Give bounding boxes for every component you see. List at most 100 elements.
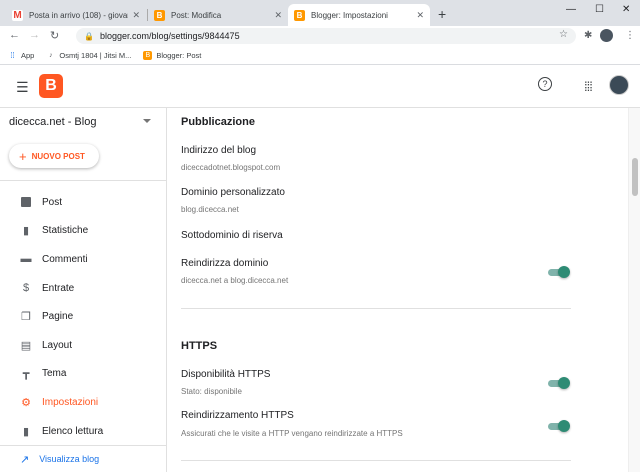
sidebar: dicecca.net - Blog + NUOVO POST Post ▮ S… (0, 108, 167, 472)
tab-gmail[interactable]: M Posta in arrivo (108) - giovanni.d ✕ (6, 4, 146, 26)
blog-name: dicecca.net - Blog (9, 116, 97, 128)
jitsi-icon: ♪ (49, 51, 53, 59)
sidebar-menu: Post ▮ Statistiche ▬ Commenti $ Entrate … (0, 188, 166, 445)
external-link-icon: ↗ (20, 453, 30, 466)
sidebar-item-label: Entrate (42, 282, 75, 294)
extensions-icon[interactable]: ✱ (584, 30, 592, 41)
redirect-domain-toggle[interactable] (548, 266, 570, 278)
bookmark-apps[interactable]: ⁞⁞ App (8, 51, 34, 60)
sidebar-item-label: Tema (42, 368, 67, 380)
app-header: ☰ B ? ⁞⁞⁞ (0, 66, 640, 108)
layout-icon: ▤ (20, 339, 32, 352)
fallback-subdomain-label[interactable]: Sottodominio di riserva (181, 230, 283, 241)
pages-icon: ❐ (21, 311, 31, 324)
bookmark-jitsi[interactable]: ♪ Osmtj 1804 | Jitsi M... (46, 51, 131, 60)
redirect-domain-desc: dicecca.net a blog.dicecca.net (181, 276, 289, 285)
custom-domain-value: blog.dicecca.net (181, 205, 239, 214)
address-bar: ← → ↻ 🔒 blogger.com/blog/settings/984447… (0, 26, 640, 46)
bookmark-label: Osmtj 1804 | Jitsi M... (59, 50, 132, 60)
reload-icon[interactable]: ↻ (50, 29, 59, 42)
plus-icon: + (19, 148, 27, 164)
url-field[interactable]: 🔒 blogger.com/blog/settings/9844475 ☆ (76, 28, 576, 44)
tab-title: Post: Modifica (171, 10, 222, 20)
forward-icon[interactable]: → (29, 29, 40, 41)
sidebar-item-impostazioni[interactable]: ⚙ Impostazioni (0, 388, 166, 417)
section-title-publishing: Pubblicazione (181, 116, 255, 128)
bookmark-blogger-post[interactable]: B Blogger: Post (143, 50, 202, 60)
bookmark-icon: ▮ (22, 425, 30, 438)
stats-icon: ▮ (22, 225, 30, 238)
sidebar-item-label: Layout (42, 339, 73, 351)
help-icon[interactable]: ? (538, 77, 552, 91)
blogger-icon: B (294, 9, 305, 21)
browser-tab-strip: M Posta in arrivo (108) - giovanni.d ✕ B… (0, 0, 640, 26)
section-title-https: HTTPS (181, 340, 218, 352)
view-blog-label: Visualizza blog (39, 454, 100, 464)
tab-post-edit[interactable]: B Post: Modifica ✕ (148, 4, 288, 26)
sidebar-item-pagine[interactable]: ❐ Pagine (0, 302, 166, 331)
browser-profile-avatar[interactable] (600, 29, 613, 42)
tab-settings[interactable]: B Blogger: Impostazioni ✕ (288, 4, 430, 26)
bookmarks-bar: ⁞⁞ App ♪ Osmtj 1804 | Jitsi M... B Blogg… (0, 46, 640, 65)
sidebar-item-label: Impostazioni (42, 396, 99, 408)
maximize-icon[interactable]: ☐ (595, 4, 604, 15)
blog-selector[interactable]: dicecca.net - Blog (9, 116, 159, 128)
apps-grid-icon: ⁞⁞ (10, 50, 15, 60)
settings-content: Pubblicazione Indirizzo del blog dicecca… (168, 108, 628, 472)
new-post-button[interactable]: + NUOVO POST (9, 144, 99, 168)
blogger-logo[interactable]: B (39, 74, 63, 98)
minimize-icon[interactable]: — (566, 4, 576, 15)
post-icon (20, 196, 32, 208)
sidebar-item-label: Pagine (42, 311, 74, 323)
sidebar-item-entrate[interactable]: $ Entrate (0, 274, 166, 303)
sidebar-item-elenco-lettura[interactable]: ▮ Elenco lettura (0, 417, 166, 446)
google-apps-icon[interactable]: ⁞⁞⁞ (584, 79, 593, 94)
lock-icon: 🔒 (84, 31, 94, 41)
custom-domain-label[interactable]: Dominio personalizzato (181, 187, 285, 198)
sidebar-item-label: Statistiche (42, 225, 89, 237)
sidebar-item-label: Elenco lettura (42, 425, 104, 437)
new-tab-button[interactable]: + (438, 6, 446, 22)
gmail-icon: M (12, 9, 23, 21)
avatar[interactable] (609, 75, 629, 95)
hamburger-menu-icon[interactable]: ☰ (16, 79, 29, 96)
close-tab-icon[interactable]: ✕ (274, 10, 282, 21)
divider (0, 180, 166, 181)
https-availability-desc: Stato: disponibile (181, 387, 242, 396)
redirect-domain-label: Reindirizza dominio (181, 258, 269, 269)
tab-title: Posta in arrivo (108) - giovanni.d (29, 10, 128, 20)
scrollbar-thumb[interactable] (632, 158, 638, 196)
close-tab-icon[interactable]: ✕ (416, 10, 424, 21)
bookmark-label: App (21, 50, 35, 60)
blog-address-label[interactable]: Indirizzo del blog (181, 145, 256, 156)
sidebar-item-statistiche[interactable]: ▮ Statistiche (0, 217, 166, 246)
sidebar-item-label: Post (42, 196, 63, 208)
tab-title: Blogger: Impostazioni (311, 10, 388, 20)
close-tab-icon[interactable]: ✕ (132, 10, 140, 21)
https-redirect-label: Reindirizzamento HTTPS (181, 410, 294, 421)
chevron-down-icon (143, 119, 151, 123)
new-post-label: NUOVO POST (31, 151, 85, 161)
back-icon[interactable]: ← (9, 29, 20, 41)
blog-address-value: diceccadotnet.blogspot.com (181, 163, 281, 172)
url-text: blogger.com/blog/settings/9844475 (99, 31, 240, 41)
https-availability-toggle[interactable] (548, 377, 570, 389)
sidebar-item-label: Commenti (42, 253, 88, 265)
blogger-icon: B (143, 50, 153, 60)
paint-roller-icon: ┳ (22, 368, 30, 381)
divider (181, 460, 571, 461)
sidebar-item-commenti[interactable]: ▬ Commenti (0, 245, 166, 274)
sidebar-item-post[interactable]: Post (0, 188, 166, 217)
https-redirect-toggle[interactable] (548, 420, 570, 432)
close-window-icon[interactable]: ✕ (622, 4, 630, 15)
sidebar-item-layout[interactable]: ▤ Layout (0, 331, 166, 360)
dollar-icon: $ (22, 282, 30, 295)
browser-menu-icon[interactable]: ⋮ (625, 30, 635, 41)
scrollbar[interactable] (628, 108, 640, 472)
view-blog-link[interactable]: ↗ Visualizza blog (0, 445, 166, 472)
bookmark-star-icon[interactable]: ☆ (559, 29, 568, 40)
bookmark-label: Blogger: Post (156, 50, 202, 60)
divider (181, 308, 571, 309)
sidebar-item-tema[interactable]: ┳ Tema (0, 360, 166, 389)
blogger-icon: B (154, 9, 165, 21)
